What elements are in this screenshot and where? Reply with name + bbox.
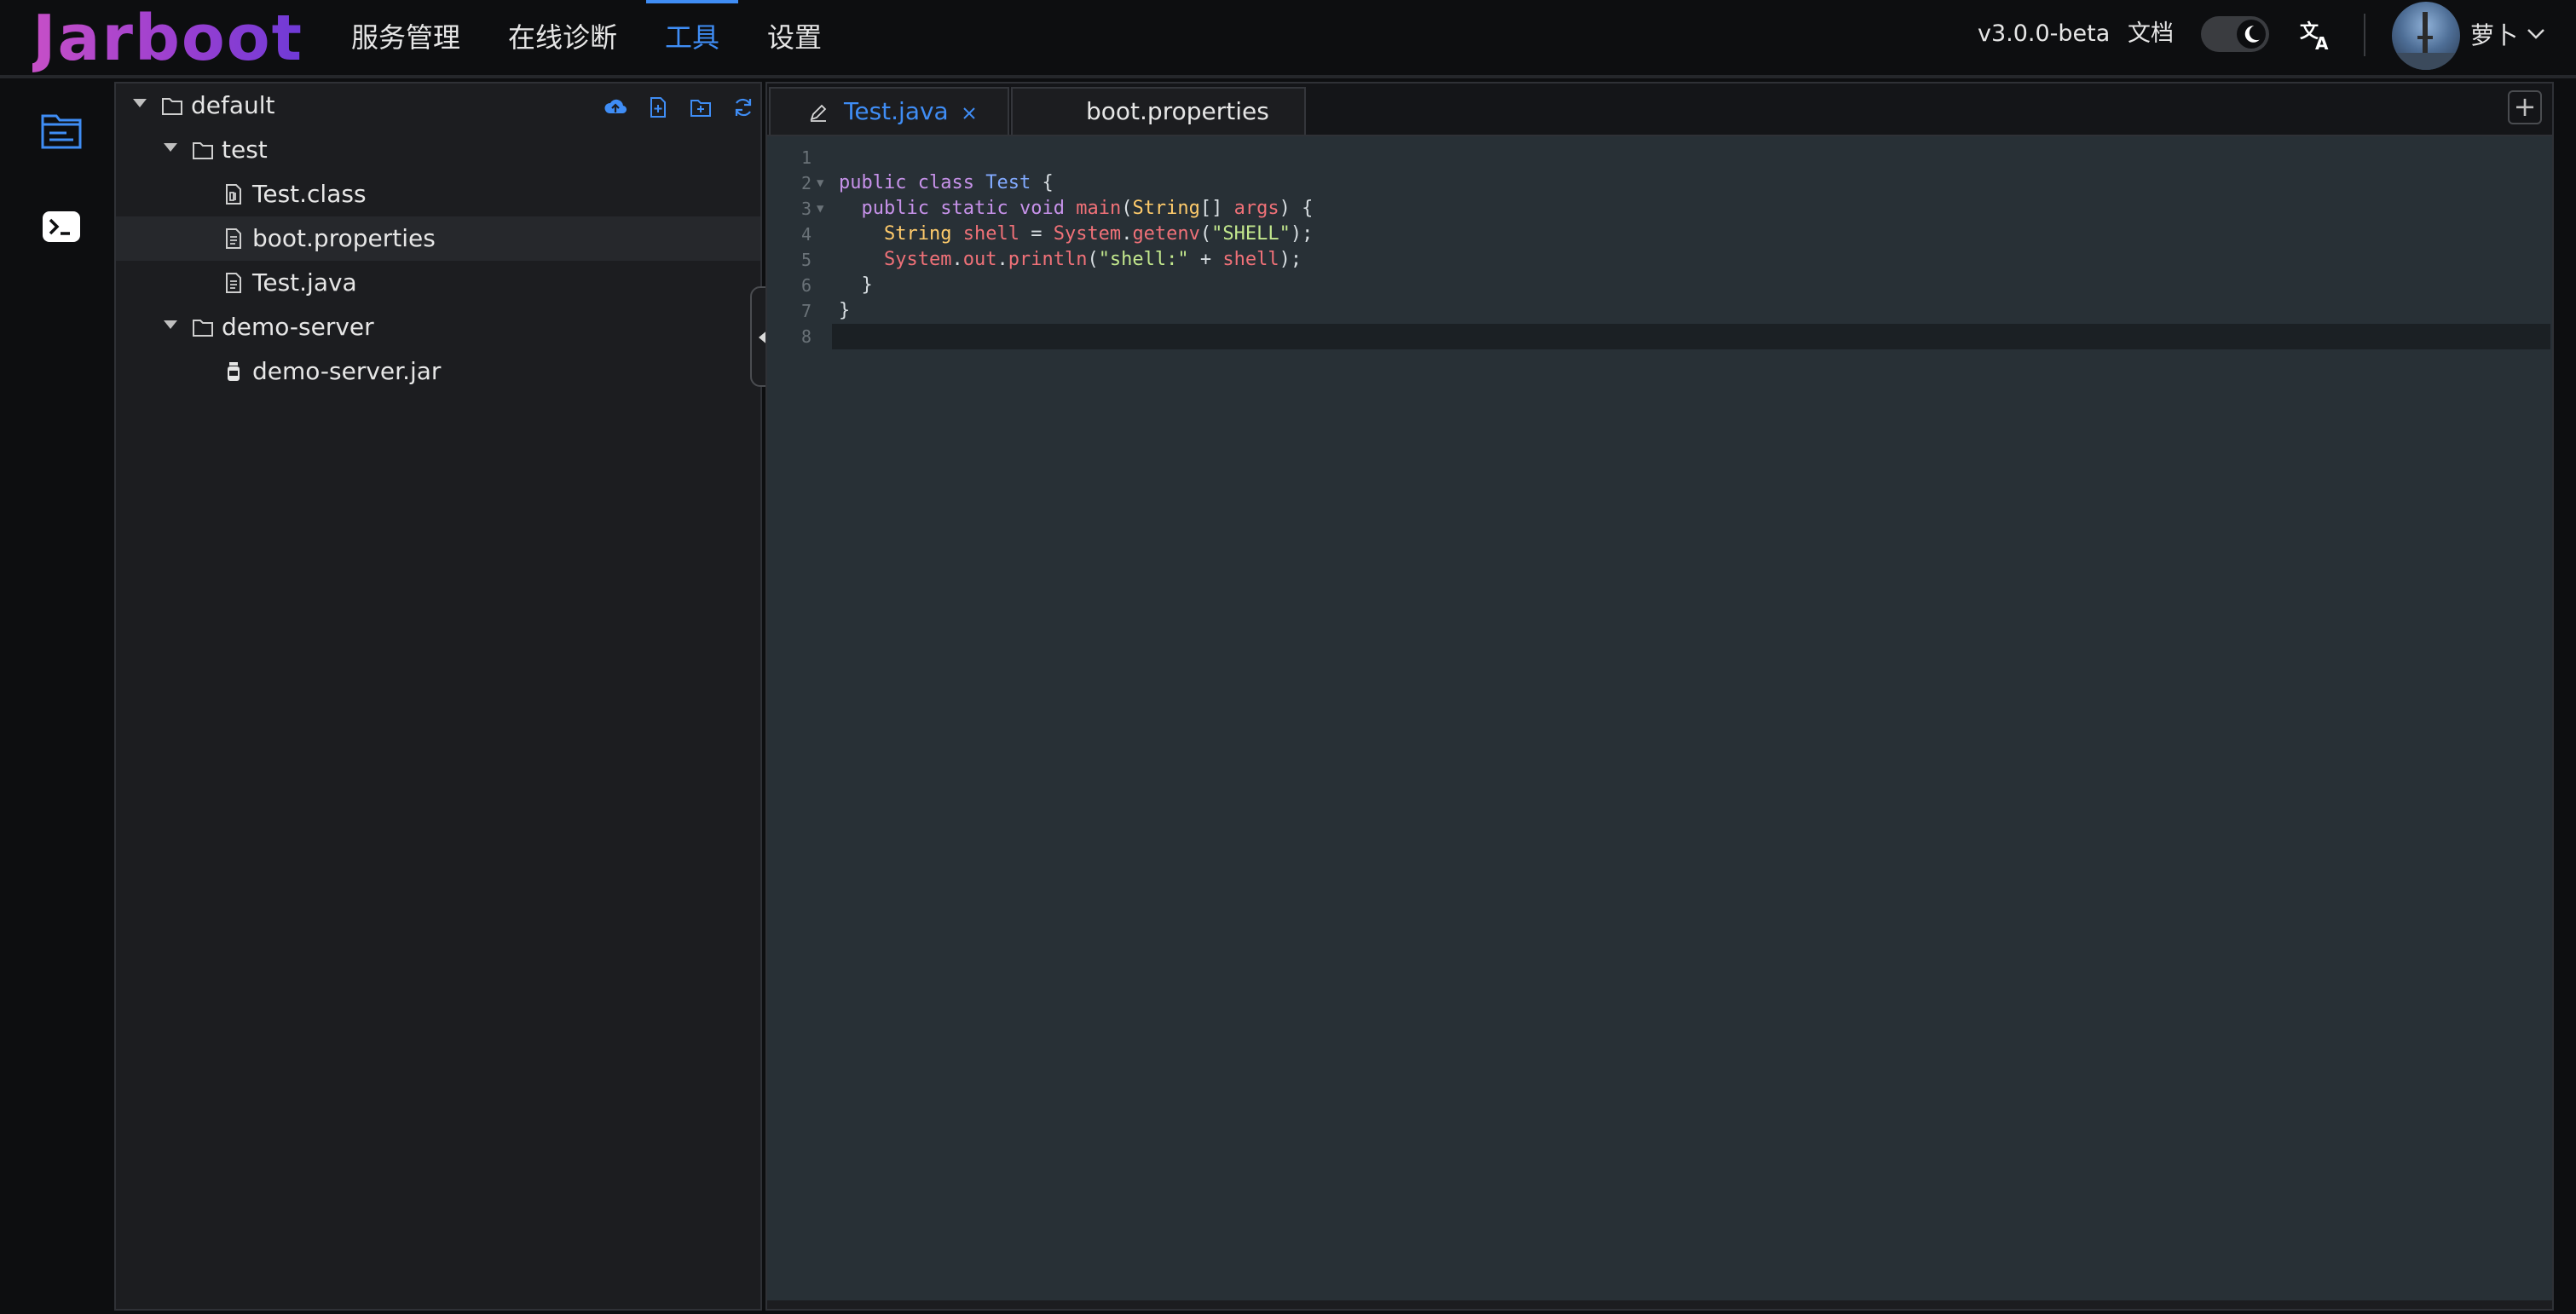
tree-node-label: demo-server — [222, 313, 374, 341]
tree-folder-demo-server[interactable]: demo-server — [116, 305, 760, 349]
nav-item-settings[interactable]: 设置 — [748, 0, 840, 78]
tree-root-label: default — [191, 91, 275, 119]
tree-file-test-class[interactable]: Test.class — [116, 172, 760, 216]
jar-icon — [228, 362, 240, 381]
binary-file-icon — [226, 184, 241, 205]
upload-icon[interactable] — [604, 95, 627, 119]
tab-test-java[interactable]: Test.java — [769, 87, 1009, 135]
line-text: System.out.println("shell:" + shell); — [883, 249, 1302, 270]
caret-down-icon[interactable] — [164, 320, 177, 329]
main-nav: 服务管理 在线诊断 工具 设置 — [332, 0, 851, 78]
tree-toolbar — [604, 95, 774, 119]
svg-text:A: A — [2315, 33, 2329, 53]
code-line: 2 ▼ public class Test { — [767, 170, 2552, 196]
line-number: 4 — [800, 224, 811, 245]
code-line: 1 — [767, 145, 2552, 170]
tree-file-boot-properties[interactable]: boot.properties — [116, 216, 760, 261]
new-file-icon[interactable] — [646, 95, 670, 119]
code-line: 3 ▼ public static void main(String[] arg… — [767, 196, 2552, 222]
folder-icon — [193, 142, 213, 159]
editor-scrollbar[interactable] — [767, 1300, 2552, 1309]
line-text: String shell = System.getenv("SHELL"); — [883, 223, 1314, 245]
tree-node-label: test — [222, 135, 268, 164]
fold-icon[interactable]: ▼ — [817, 170, 823, 196]
avatar[interactable] — [2392, 2, 2460, 70]
tab-boot-properties[interactable]: boot.properties — [1011, 87, 1306, 135]
line-text — [832, 324, 2550, 349]
file-text-icon — [226, 228, 241, 249]
refresh-icon[interactable] — [731, 95, 755, 119]
line-text: public class Test { — [839, 172, 1054, 193]
caret-down-icon[interactable] — [133, 99, 147, 107]
editor-tabbar: Test.java boot.properties + — [767, 84, 2552, 136]
tree-node-label: demo-server.jar — [252, 357, 442, 385]
add-tab-button[interactable]: + — [2508, 90, 2542, 124]
nav-item-service-management[interactable]: 服务管理 — [332, 0, 479, 78]
tree-root[interactable]: default — [116, 84, 760, 128]
tree-node-label: boot.properties — [252, 224, 436, 252]
code-line-current: 8 — [767, 324, 2552, 349]
line-number: 5 — [800, 250, 811, 270]
tab-label: boot.properties — [1086, 97, 1269, 125]
line-number: 7 — [800, 301, 811, 321]
translate-icon[interactable]: 文 A — [2298, 17, 2334, 54]
line-number: 8 — [800, 326, 811, 347]
nav-item-tools[interactable]: 工具 — [646, 0, 739, 78]
header-divider — [2364, 14, 2365, 56]
tree-node-label: Test.class — [252, 180, 367, 208]
line-text: } — [839, 300, 851, 321]
editor-panel: Test.java boot.properties + 1 2 ▼ public… — [765, 82, 2554, 1311]
fold-icon[interactable]: ▼ — [817, 196, 823, 222]
file-manager-icon[interactable] — [38, 107, 85, 155]
caret-down-icon[interactable] — [164, 143, 177, 152]
line-number: 1 — [800, 147, 811, 168]
line-text: } — [839, 274, 873, 296]
file-tree-panel: default test Test.class boot.properties … — [114, 82, 762, 1311]
tree-folder-test[interactable]: test — [116, 128, 760, 172]
folder-icon — [193, 320, 213, 337]
top-header: Jarboot 服务管理 在线诊断 工具 设置 v3.0.0-beta 文档 文… — [0, 0, 2576, 78]
line-number: 6 — [800, 275, 811, 296]
nav-item-online-diagnosis[interactable]: 在线诊断 — [489, 0, 636, 78]
code-line: 7 } — [767, 298, 2552, 324]
docs-link[interactable]: 文档 — [2128, 0, 2174, 68]
user-name[interactable]: 萝卜 — [2470, 0, 2518, 72]
folder-icon — [162, 98, 182, 115]
code-editor[interactable]: 1 2 ▼ public class Test { 3 ▼ public sta… — [767, 136, 2552, 1302]
chevron-down-icon[interactable] — [2525, 22, 2547, 44]
side-rail — [0, 78, 116, 1314]
theme-toggle[interactable] — [2201, 16, 2269, 52]
tree-node-label: Test.java — [252, 268, 357, 297]
moon-icon — [2237, 20, 2266, 49]
file-text-icon — [226, 273, 241, 293]
code-line: 5 System.out.println("shell:" + shell); — [767, 247, 2552, 273]
line-text: public static void main(String[] args) { — [861, 198, 1314, 219]
tab-label: Test.java — [844, 97, 949, 125]
version-label: v3.0.0-beta — [1978, 20, 2111, 47]
line-number: 3 — [800, 199, 811, 219]
new-folder-icon[interactable] — [689, 95, 713, 119]
terminal-icon[interactable] — [38, 203, 85, 251]
app-logo[interactable]: Jarboot — [32, 2, 303, 75]
tree-file-demo-server-jar[interactable]: demo-server.jar — [116, 349, 760, 394]
code-line: 4 String shell = System.getenv("SHELL"); — [767, 222, 2552, 247]
close-icon[interactable] — [962, 106, 977, 121]
tree-file-test-java[interactable]: Test.java — [116, 261, 760, 305]
line-number: 2 — [800, 173, 811, 193]
edit-icon — [810, 104, 827, 122]
code-line: 6 } — [767, 273, 2552, 298]
line-text — [832, 145, 2550, 170]
